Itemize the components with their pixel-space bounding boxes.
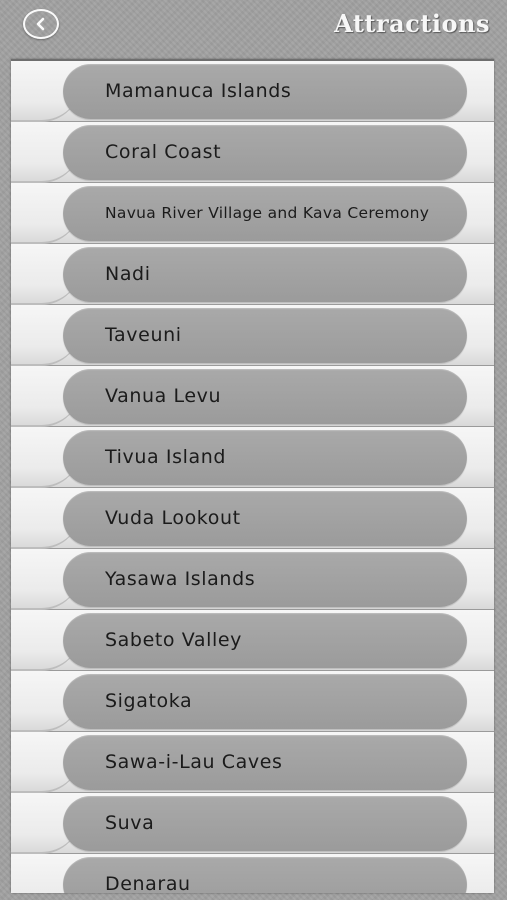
chevron-left-icon bbox=[36, 17, 45, 31]
list-item-label: Tivua Island bbox=[105, 446, 226, 468]
list-item-label: Sabeto Valley bbox=[105, 629, 243, 651]
list-item-label: Mamanuca Islands bbox=[105, 80, 292, 102]
list-item[interactable]: Nadi bbox=[11, 244, 494, 305]
list-item-label: Sigatoka bbox=[105, 690, 193, 712]
list-item-label: Taveuni bbox=[105, 324, 182, 346]
list-item[interactable]: Vuda Lookout bbox=[11, 488, 494, 549]
page-title: Attractions bbox=[334, 9, 490, 38]
list-item[interactable]: Sawa-i-Lau Caves bbox=[11, 732, 494, 793]
list-item[interactable]: Denarau bbox=[11, 854, 494, 893]
list-item[interactable]: Tivua Island bbox=[11, 427, 494, 488]
list-item-label: Yasawa Islands bbox=[105, 568, 256, 590]
list-item[interactable]: Coral Coast bbox=[11, 122, 494, 183]
list-item-label: Vanua Levu bbox=[105, 385, 222, 407]
list-item-label: Navua River Village and Kava Ceremony bbox=[105, 204, 430, 222]
list-item[interactable]: Sigatoka bbox=[11, 671, 494, 732]
list-item[interactable]: Yasawa Islands bbox=[11, 549, 494, 610]
list-item-label: Sawa-i-Lau Caves bbox=[105, 751, 283, 773]
list-item-label: Suva bbox=[105, 812, 155, 834]
list-item-label: Denarau bbox=[105, 873, 191, 893]
list-item[interactable]: Sabeto Valley bbox=[11, 610, 494, 671]
list-item-label: Coral Coast bbox=[105, 141, 222, 163]
app-header: Attractions bbox=[0, 0, 507, 54]
list-item[interactable]: Taveuni bbox=[11, 305, 494, 366]
list-item-label: Nadi bbox=[105, 263, 151, 285]
list-item[interactable]: Mamanuca Islands bbox=[11, 61, 494, 122]
list-item[interactable]: Navua River Village and Kava Ceremony bbox=[11, 183, 494, 244]
attractions-list[interactable]: Mamanuca Islands Coral Coast Navua River V… bbox=[11, 59, 494, 893]
list-item-label: Vuda Lookout bbox=[105, 507, 241, 529]
back-button[interactable] bbox=[23, 9, 59, 39]
list-item[interactable]: Vanua Levu bbox=[11, 366, 494, 427]
list-item[interactable]: Suva bbox=[11, 793, 494, 854]
